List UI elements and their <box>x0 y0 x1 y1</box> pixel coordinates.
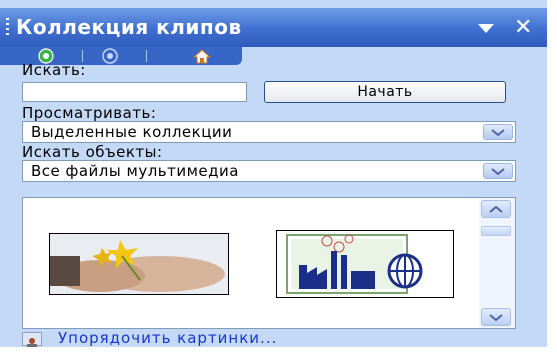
title-bar[interactable]: Коллекция клипов ✕ <box>0 8 547 47</box>
organize-clips-icon[interactable] <box>22 332 42 347</box>
scroll-down-icon[interactable] <box>481 308 511 326</box>
pane-title: Коллекция клипов <box>16 15 242 39</box>
media-type-select[interactable]: Все файлы мультимедиа <box>22 160 516 182</box>
pane-menu-dropdown-icon[interactable] <box>478 24 494 33</box>
close-icon[interactable]: ✕ <box>514 15 532 40</box>
browse-select-value: Выделенные коллекции <box>31 123 233 141</box>
grip-handle[interactable] <box>6 18 9 38</box>
go-button[interactable]: Начать <box>264 81 506 103</box>
media-type-select-value: Все файлы мультимедиа <box>31 162 239 180</box>
chevron-down-icon[interactable] <box>483 163 513 179</box>
footer: Упорядочить картинки... <box>22 329 542 347</box>
scroll-thumb[interactable] <box>481 226 511 236</box>
results-gallery[interactable] <box>22 197 516 329</box>
browse-label: Просматривать: <box>22 104 157 122</box>
forward-icon[interactable] <box>100 48 120 64</box>
organize-clips-link[interactable]: Упорядочить картинки... <box>58 329 277 347</box>
search-input[interactable] <box>22 82 247 102</box>
chevron-down-icon[interactable] <box>483 124 513 140</box>
clip-art-task-pane: Коллекция клипов ✕ Искать: Начать Просма… <box>0 0 547 347</box>
clip-thumbnail-flowers[interactable] <box>49 233 229 295</box>
search-label: Искать: <box>22 61 86 79</box>
scroll-up-icon[interactable] <box>481 200 511 218</box>
home-icon[interactable] <box>192 48 212 64</box>
browse-select[interactable]: Выделенные коллекции <box>22 121 516 143</box>
clip-thumbnail-factory[interactable] <box>276 230 454 298</box>
vertical-scrollbar[interactable] <box>479 198 515 328</box>
find-objects-label: Искать объекты: <box>22 143 163 161</box>
